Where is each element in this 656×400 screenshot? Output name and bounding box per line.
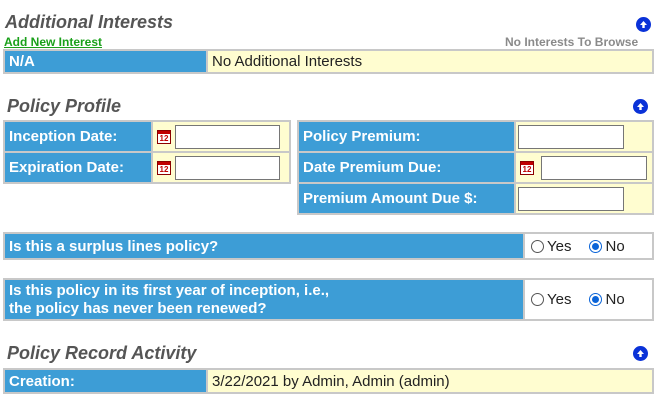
no-interests-note: No Interests To Browse <box>505 35 639 49</box>
first-year-yes-option[interactable]: Yes <box>531 291 571 308</box>
expiration-date-label: Expiration Date: <box>5 153 151 182</box>
first-year-yes-radio[interactable] <box>531 293 544 306</box>
inception-row: Inception Date: 12 <box>5 122 289 151</box>
surplus-yes-label[interactable]: Yes <box>547 238 571 255</box>
additional-interests-title: Additional Interests <box>5 12 174 32</box>
surplus-question-row: Is this a surplus lines policy? Yes No <box>3 232 654 260</box>
surplus-yes-option[interactable]: Yes <box>531 238 571 255</box>
policy-premium-cell <box>516 122 652 151</box>
inception-date-cell: 12 <box>153 122 289 151</box>
premium-amount-due-cell <box>516 184 652 213</box>
first-year-question-line2: the policy has never been renewed? <box>9 299 267 317</box>
additional-interests-row: N/A No Additional Interests <box>3 49 654 74</box>
back-to-top-icon[interactable] <box>636 17 651 32</box>
interest-label-cell: N/A <box>5 51 206 72</box>
first-year-radio-group: Yes No <box>531 291 625 308</box>
back-to-top-icon[interactable] <box>633 99 648 114</box>
policy-premium-label: Policy Premium: <box>299 122 514 151</box>
first-year-no-radio[interactable] <box>589 293 603 306</box>
surplus-radio-group: Yes No <box>531 238 625 255</box>
add-new-interest-link[interactable]: Add New Interest <box>4 35 102 49</box>
first-year-no-label[interactable]: No <box>605 291 624 308</box>
creation-row: Creation: 3/22/2021 by Admin, Admin (adm… <box>3 368 654 394</box>
premium-table: Policy Premium: Date Premium Due: 12 Pre… <box>297 120 654 215</box>
surplus-no-option[interactable]: No <box>589 238 625 255</box>
surplus-no-radio[interactable] <box>589 239 603 253</box>
inception-date-input[interactable] <box>175 124 280 149</box>
calendar-icon[interactable]: 12 <box>520 160 534 175</box>
premium-amount-due-label: Premium Amount Due $: <box>299 184 514 213</box>
surplus-options-cell: Yes No <box>525 234 652 258</box>
interest-value-cell: No Additional Interests <box>208 51 652 72</box>
first-year-question-line1: Is this policy in its first year of ince… <box>9 281 330 299</box>
first-year-yes-label[interactable]: Yes <box>547 291 571 308</box>
surplus-yes-radio[interactable] <box>531 239 544 253</box>
date-premium-due-input[interactable] <box>541 155 647 180</box>
first-year-question-label: Is this policy in its first year of ince… <box>5 280 523 319</box>
first-year-no-option[interactable]: No <box>589 291 625 308</box>
amount-due-row: Premium Amount Due $: <box>299 184 652 213</box>
policy-premium-input[interactable] <box>518 124 624 149</box>
expiration-row: Expiration Date: 12 <box>5 153 289 182</box>
surplus-question-label: Is this a surplus lines policy? <box>5 234 523 258</box>
inception-date-label: Inception Date: <box>5 122 151 151</box>
date-premium-due-label: Date Premium Due: <box>299 153 514 182</box>
back-to-top-icon[interactable] <box>633 346 648 361</box>
calendar-icon[interactable]: 12 <box>157 129 171 144</box>
calendar-icon[interactable]: 12 <box>157 160 171 175</box>
policy-record-activity-title: Policy Record Activity <box>7 343 197 363</box>
surplus-no-label[interactable]: No <box>605 238 624 255</box>
expiration-date-cell: 12 <box>153 153 289 182</box>
date-due-row: Date Premium Due: 12 <box>299 153 652 182</box>
premium-amount-due-input[interactable] <box>518 186 624 211</box>
creation-label: Creation: <box>5 370 206 392</box>
creation-value: 3/22/2021 by Admin, Admin (admin) <box>208 370 652 392</box>
first-year-question-row: Is this policy in its first year of ince… <box>3 278 654 321</box>
date-premium-due-cell: 12 <box>516 153 652 182</box>
first-year-options-cell: Yes No <box>525 280 652 319</box>
policy-dates-table: Inception Date: 12 Expiration Date: 12 <box>3 120 291 184</box>
expiration-date-input[interactable] <box>175 155 280 180</box>
policy-profile-title: Policy Profile <box>7 96 122 116</box>
premium-row: Policy Premium: <box>299 122 652 151</box>
